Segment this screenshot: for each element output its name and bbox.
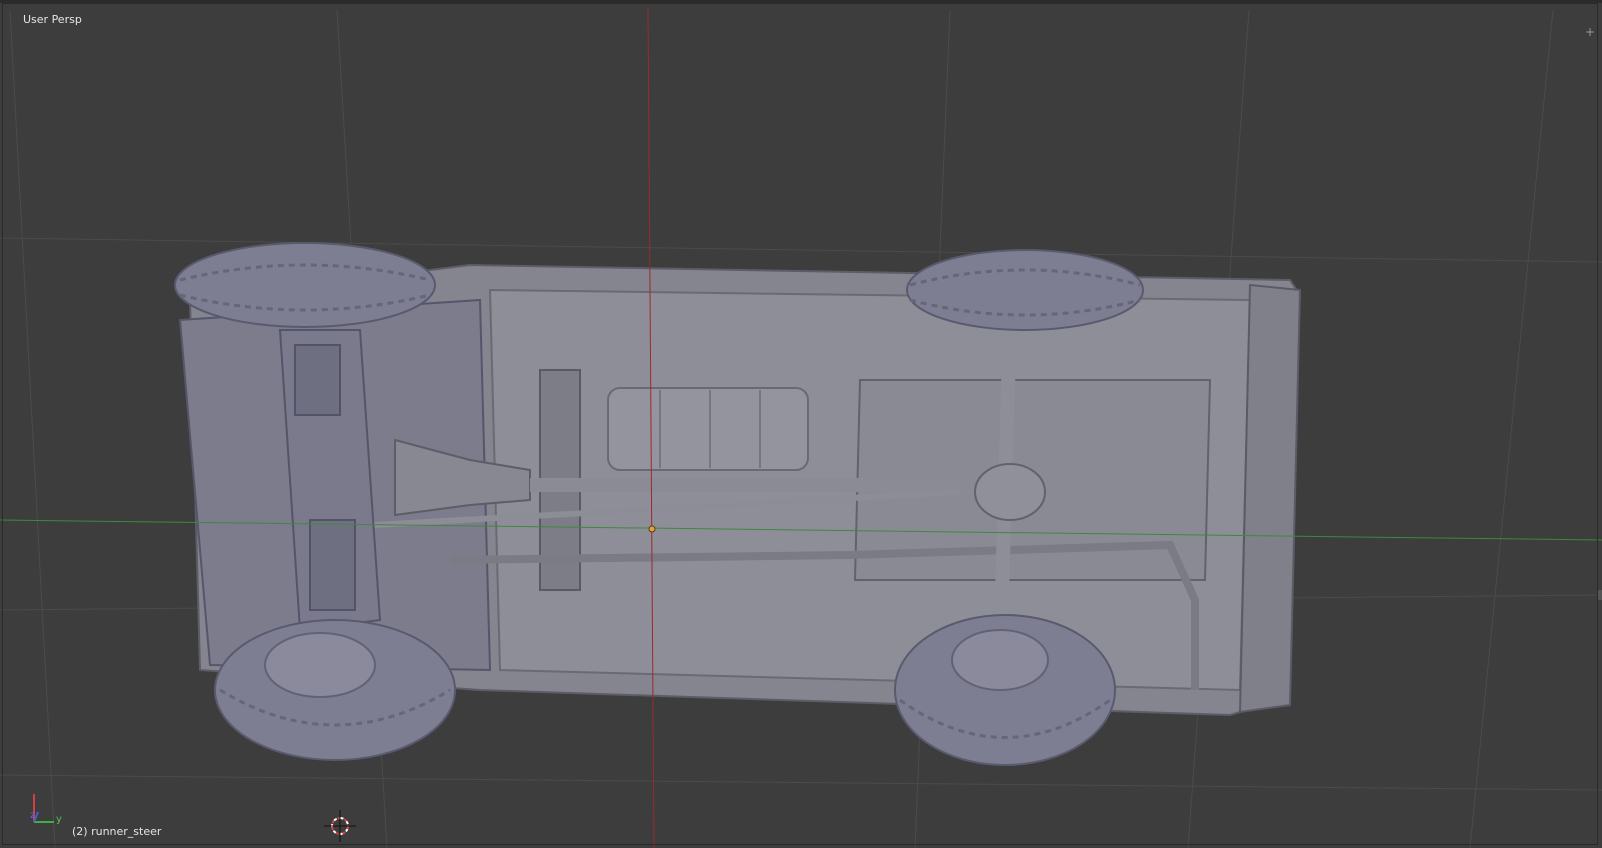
vehicle-model[interactable]	[174, 242, 1302, 766]
tire-rear-right	[894, 614, 1116, 766]
tire-front-left	[174, 242, 436, 328]
active-object-label: (2) runner_steer	[72, 825, 162, 838]
view-perspective-label: User Persp	[23, 13, 82, 26]
region-edge-handle[interactable]	[1598, 590, 1602, 600]
rear-bumper	[1238, 283, 1302, 714]
tire-rear-left	[906, 249, 1144, 331]
3d-cursor-icon[interactable]	[324, 810, 356, 842]
object-origin-dot[interactable]	[648, 525, 656, 533]
axis-gizmo: z y	[30, 794, 62, 825]
differential	[974, 463, 1046, 521]
tire-front-right	[214, 619, 456, 761]
muffler	[607, 387, 809, 471]
scene-canvas[interactable]: z y	[0, 0, 1602, 848]
gizmo-z-label: z	[30, 810, 35, 821]
gizmo-y-label: y	[56, 814, 62, 825]
3d-viewport[interactable]: z y User Persp (2) runner_steer +	[0, 0, 1602, 848]
plus-icon[interactable]: +	[1584, 26, 1596, 38]
